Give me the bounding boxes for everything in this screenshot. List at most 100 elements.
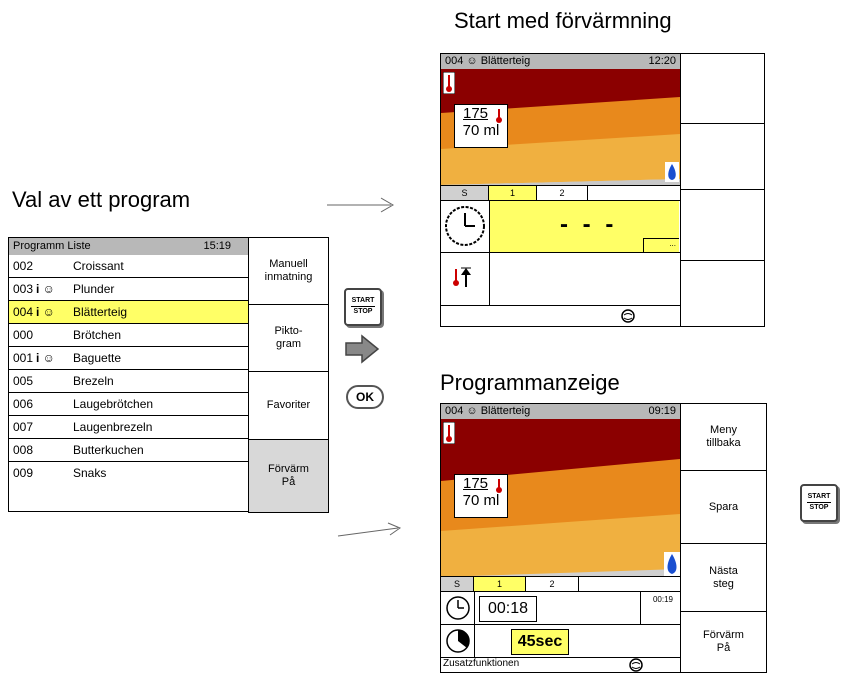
additional-functions-label[interactable]: Zusatzfunktionen — [443, 658, 519, 669]
program-name: Croissant — [73, 259, 124, 273]
program-program-name: 004 ☺ Blätterteig — [445, 405, 531, 417]
program-number: 001 — [13, 351, 34, 365]
duration-small: 00:19 — [652, 595, 673, 604]
preheat-side-button-4[interactable] — [681, 261, 764, 326]
ok-key[interactable]: OK — [346, 385, 384, 409]
program-number: 003 — [13, 282, 34, 296]
program-row[interactable]: 008 Butterkuchen — [9, 439, 249, 462]
program-row[interactable]: 001 i ☺ Baguette — [9, 347, 249, 370]
program-steam-row: 45sec — [441, 624, 680, 658]
menu-back-button[interactable]: Meny tillbaka — [680, 403, 767, 471]
program-name: Brezeln — [73, 374, 114, 388]
preheat-buttons — [680, 53, 765, 327]
program-name: Laugebrötchen — [73, 397, 154, 411]
preheat-screen: 004 ☺ Blätterteig 12:20 175 70 ml S 1 2 — [440, 53, 681, 327]
program-name: Plunder — [73, 282, 115, 296]
heading-preheat-start: Start med förvärmning — [454, 8, 672, 33]
program-buttons: Meny tillbaka Spara Nästa steg Förvärm P… — [680, 403, 767, 673]
arrow-to-program — [337, 522, 402, 537]
tab-s-2[interactable]: S — [441, 577, 474, 591]
program-row[interactable]: 002 Croissant — [9, 255, 249, 278]
program-duration-row: 00:18 00:19 — [441, 591, 680, 625]
start-stop-key[interactable]: START STOP — [344, 288, 382, 326]
tab-2-2[interactable]: 2 — [526, 577, 579, 591]
program-titlebar: 004 ☺ Blätterteig 09:19 — [441, 404, 680, 419]
program-temp-box: 175 70 ml — [454, 474, 508, 518]
program-name: Butterkuchen — [73, 443, 144, 457]
program-number: 006 — [13, 397, 34, 411]
program-flags: i ☺ — [36, 282, 55, 296]
program-name: Brötchen — [73, 328, 122, 342]
program-tabs: S 1 2 — [441, 576, 680, 592]
tab-s[interactable]: S — [441, 186, 489, 200]
preheat-temp-row — [441, 252, 680, 306]
settings-dial-icon[interactable] — [621, 309, 635, 323]
next-step-button[interactable]: Nästa steg — [680, 543, 767, 612]
program-name: Baguette — [73, 351, 122, 365]
preheat-volume: 70 ml — [462, 122, 500, 139]
program-list-titlebar: Programm Liste 15:19 — [9, 238, 249, 255]
program-list-time: 15:19 — [203, 240, 231, 252]
program-row[interactable]: 009 Snaks — [9, 462, 249, 485]
start-stop-key-2[interactable]: START STOP — [800, 484, 838, 522]
tab-1-2[interactable]: 1 — [474, 577, 526, 591]
program-list-buttons: Manuell inmatning Pikto- gram Favoriter … — [248, 237, 329, 513]
steam-drop-icon — [665, 162, 679, 182]
tab-2[interactable]: 2 — [537, 186, 588, 200]
save-button[interactable]: Spara — [680, 470, 767, 544]
program-volume: 70 ml — [462, 492, 500, 509]
settings-dial-icon-2[interactable] — [629, 658, 643, 672]
program-flags: i ☺ — [36, 305, 55, 319]
clock-cell-2 — [441, 592, 475, 624]
preheat-on-button[interactable]: Förvärm På — [248, 439, 329, 513]
program-name: Laugenbrezeln — [73, 420, 153, 434]
temperature-up-icon — [453, 267, 471, 287]
steam-timer-cell — [441, 625, 475, 657]
temp-up-cell — [441, 253, 490, 305]
program-row[interactable]: 000 Brötchen — [9, 324, 249, 347]
program-row[interactable]: 004 i ☺ Blätterteig — [9, 301, 249, 324]
preheat-time-row: - - - ... — [441, 200, 680, 253]
thermometer-icon-2 — [443, 422, 455, 444]
preheat-time-field[interactable]: - - - ... — [490, 201, 679, 252]
stop-label-2: STOP — [807, 502, 831, 513]
clock-cell — [441, 201, 490, 252]
program-footer: Zusatzfunktionen — [441, 658, 680, 672]
program-list-panel: Programm Liste 15:19 002 Croissant 003 i ☺ P… — [8, 237, 250, 512]
clock-icon — [445, 206, 485, 246]
pictogram-button[interactable]: Pikto- gram — [248, 304, 329, 372]
preheat-side-button-2[interactable] — [681, 124, 764, 190]
program-row[interactable]: 005 Brezeln — [9, 370, 249, 393]
manual-input-button[interactable]: Manuell inmatning — [248, 237, 329, 305]
stop-label: STOP — [351, 306, 375, 317]
heading-program-display: Programmanzeige — [440, 370, 620, 395]
preheat-time: 12:20 — [648, 55, 676, 67]
steam-drop-icon-2 — [664, 552, 680, 576]
program-number: 002 — [13, 259, 34, 273]
program-number: 007 — [13, 420, 34, 434]
program-row[interactable]: 003 i ☺ Plunder — [9, 278, 249, 301]
program-number: 008 — [13, 443, 34, 457]
tab-1[interactable]: 1 — [489, 186, 537, 200]
preheat-small-box[interactable]: ... — [643, 238, 679, 252]
program-name: Snaks — [73, 466, 107, 480]
program-flags: i ☺ — [36, 351, 55, 365]
program-list-title: Programm Liste — [13, 240, 91, 252]
preheat-dashes: - - - — [560, 211, 618, 238]
steam-field[interactable]: 45sec — [511, 629, 569, 655]
program-number: 005 — [13, 374, 34, 388]
preheat-side-button-1[interactable] — [681, 54, 764, 124]
preheat-program-name: 004 ☺ Blätterteig — [445, 55, 531, 67]
preheat-temp-box: 175 70 ml — [454, 104, 508, 148]
preheat-on-button-2[interactable]: Förvärm På — [680, 611, 767, 673]
preheat-side-button-3[interactable] — [681, 190, 764, 261]
duration-field[interactable]: 00:18 — [479, 596, 537, 622]
thermometer-icon — [443, 72, 455, 94]
thermometer-small-icon — [496, 109, 502, 123]
program-row[interactable]: 006 Laugebrötchen — [9, 393, 249, 416]
thermometer-small-icon-2 — [496, 479, 502, 493]
program-time: 09:19 — [648, 405, 676, 417]
heading-program-select: Val av ett program — [12, 187, 191, 212]
program-row[interactable]: 007 Laugenbrezeln — [9, 416, 249, 439]
favorites-button[interactable]: Favoriter — [248, 371, 329, 440]
